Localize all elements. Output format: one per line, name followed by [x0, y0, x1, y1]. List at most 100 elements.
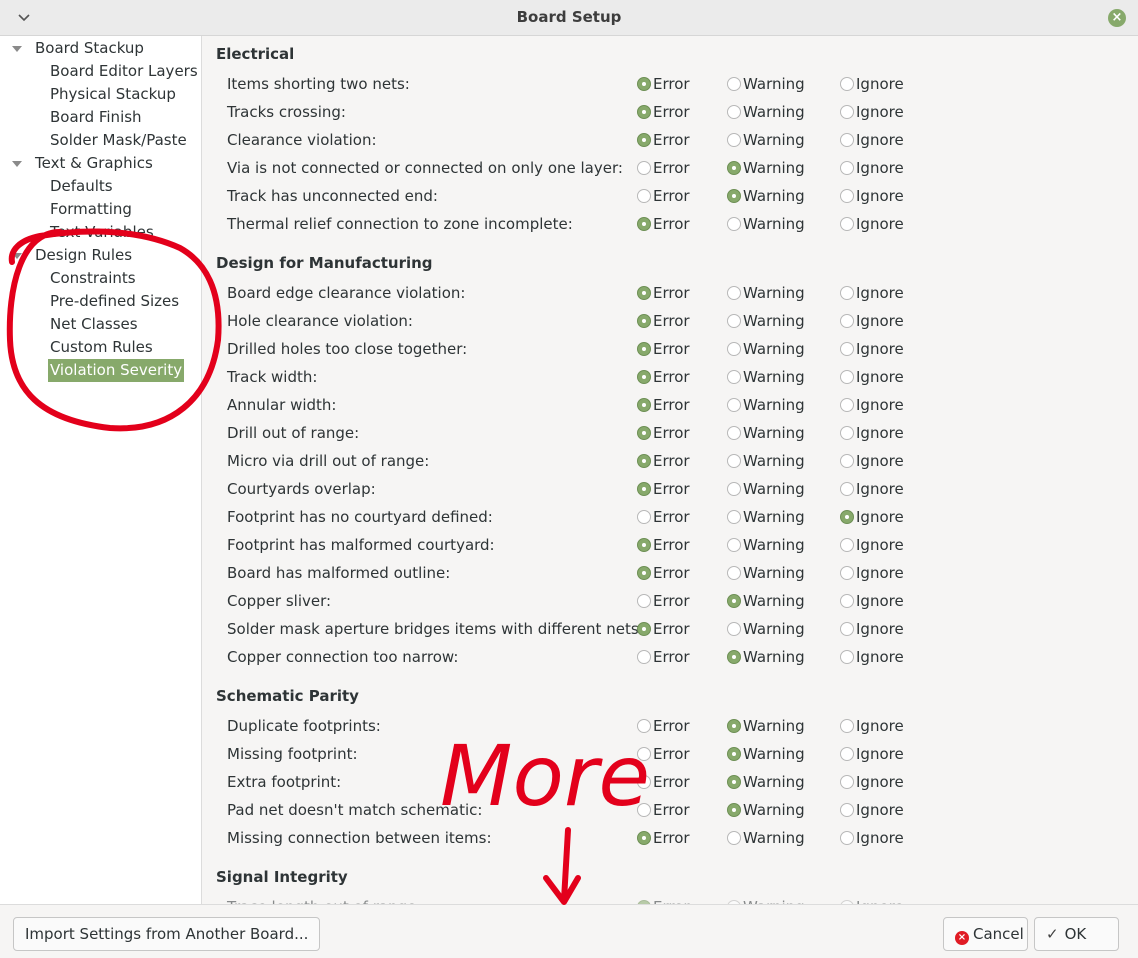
tree-item-text-graphics[interactable]: Text & Graphics	[35, 152, 153, 175]
tree-item-solder-mask-paste[interactable]: Solder Mask/Paste	[50, 129, 187, 152]
radio-label: Warning	[743, 368, 805, 386]
radio-label: Error	[653, 159, 690, 177]
rule-label: Via is not connected or connected on onl…	[227, 159, 623, 177]
radio-indicator	[727, 133, 741, 147]
radio-label: Error	[653, 103, 690, 121]
radio-indicator	[727, 482, 741, 496]
radio-label: Error	[653, 773, 690, 791]
radio-label: Warning	[743, 801, 805, 819]
rule-row: Track has unconnected end: Error Warning Ig…	[203, 182, 1133, 210]
ok-button[interactable]: ✓ OK	[1034, 917, 1119, 951]
tree-item-formatting[interactable]: Formatting	[50, 198, 132, 221]
radio-indicator	[840, 566, 854, 580]
radio-label: Ignore	[856, 829, 904, 847]
radio-label: Error	[653, 620, 690, 638]
radio-label: Error	[653, 368, 690, 386]
radio-indicator	[637, 370, 651, 384]
radio-indicator	[637, 454, 651, 468]
radio-indicator	[637, 105, 651, 119]
rule-row: Missing connection between items: Error Wa…	[203, 824, 1133, 852]
radio-label: Ignore	[856, 131, 904, 149]
rule-row: Board has malformed outline: Error Warning…	[203, 559, 1133, 587]
radio-indicator	[637, 77, 651, 91]
tree-item-board-editor-layers[interactable]: Board Editor Layers	[50, 60, 198, 83]
radio-label: Warning	[743, 340, 805, 358]
radio-label: Error	[653, 896, 690, 904]
radio-indicator	[840, 538, 854, 552]
radio-indicator	[727, 775, 741, 789]
radio-label: Error	[653, 536, 690, 554]
ok-label: OK	[1064, 925, 1087, 943]
radio-indicator	[840, 482, 854, 496]
tree-item-defaults[interactable]: Defaults	[50, 175, 113, 198]
tree-item-physical-stackup[interactable]: Physical Stackup	[50, 83, 176, 106]
radio-indicator	[637, 566, 651, 580]
radio-label: Ignore	[856, 648, 904, 666]
radio-indicator	[637, 775, 651, 789]
close-icon[interactable]: ×	[1108, 9, 1126, 27]
radio-label: Error	[653, 396, 690, 414]
rule-label: Duplicate footprints:	[227, 717, 381, 735]
radio-indicator	[637, 719, 651, 733]
tree-item-board-finish[interactable]: Board Finish	[50, 106, 142, 129]
radio-indicator	[637, 189, 651, 203]
radio-indicator	[840, 775, 854, 789]
radio-label: Error	[653, 215, 690, 233]
tree-item-net-classes[interactable]: Net Classes	[50, 313, 138, 336]
tree-item-custom-rules[interactable]: Custom Rules	[50, 336, 153, 359]
radio-label: Ignore	[856, 312, 904, 330]
expand-arrow-icon[interactable]	[12, 152, 22, 175]
rule-row: Duplicate footprints: Error Warning Ignore	[203, 712, 1133, 740]
radio-label: Error	[653, 480, 690, 498]
tree-item-violation-severity[interactable]: Violation Severity	[48, 359, 185, 382]
rule-label: Pad net doesn't match schematic:	[227, 801, 483, 819]
radio-indicator	[637, 398, 651, 412]
radio-indicator	[637, 133, 651, 147]
radio-indicator	[840, 314, 854, 328]
rule-label: Tracks crossing:	[227, 103, 346, 121]
rule-label: Items shorting two nets:	[227, 75, 410, 93]
radio-indicator	[727, 77, 741, 91]
radio-indicator	[840, 398, 854, 412]
radio-label: Ignore	[856, 187, 904, 205]
rule-label: Missing footprint:	[227, 745, 358, 763]
rule-label: Micro via drill out of range:	[227, 452, 430, 470]
radio-indicator	[727, 161, 741, 175]
tree-item-design-rules[interactable]: Design Rules	[35, 244, 132, 267]
radio-indicator	[637, 831, 651, 845]
radio-label: Warning	[743, 312, 805, 330]
radio-label: Ignore	[856, 592, 904, 610]
tree-item-pre-defined-sizes[interactable]: Pre-defined Sizes	[50, 290, 179, 313]
radio-label: Warning	[743, 773, 805, 791]
radio-indicator	[637, 510, 651, 524]
radio-label: Ignore	[856, 396, 904, 414]
radio-indicator	[840, 77, 854, 91]
radio-indicator	[840, 286, 854, 300]
rule-label: Courtyards overlap:	[227, 480, 376, 498]
expand-arrow-icon[interactable]	[12, 37, 22, 60]
rule-row: Footprint has malformed courtyard: Error W…	[203, 531, 1133, 559]
tree-item-board-stackup[interactable]: Board Stackup	[35, 37, 144, 60]
rule-row: Items shorting two nets: Error Warning Igno…	[203, 70, 1133, 98]
radio-label: Error	[653, 648, 690, 666]
radio-label: Ignore	[856, 745, 904, 763]
rule-label: Clearance violation:	[227, 131, 377, 149]
radio-indicator	[727, 189, 741, 203]
import-settings-button[interactable]: Import Settings from Another Board...	[13, 917, 321, 951]
radio-label: Error	[653, 187, 690, 205]
radio-indicator	[840, 105, 854, 119]
expand-arrow-icon[interactable]	[12, 244, 22, 267]
radio-label: Error	[653, 745, 690, 763]
radio-indicator	[727, 650, 741, 664]
tree-item-constraints[interactable]: Constraints	[50, 267, 136, 290]
radio-label: Error	[653, 340, 690, 358]
tree-item-text-variables[interactable]: Text Variables	[50, 221, 154, 244]
radio-indicator	[637, 650, 651, 664]
radio-indicator	[637, 538, 651, 552]
rule-label: Track width:	[227, 368, 318, 386]
radio-indicator	[637, 161, 651, 175]
cancel-button[interactable]: × Cancel	[943, 917, 1028, 951]
radio-indicator	[840, 622, 854, 636]
rule-label: Solder mask aperture bridges items with …	[227, 620, 644, 638]
dialog-button-bar: Import Settings from Another Board... × C…	[0, 904, 1138, 958]
